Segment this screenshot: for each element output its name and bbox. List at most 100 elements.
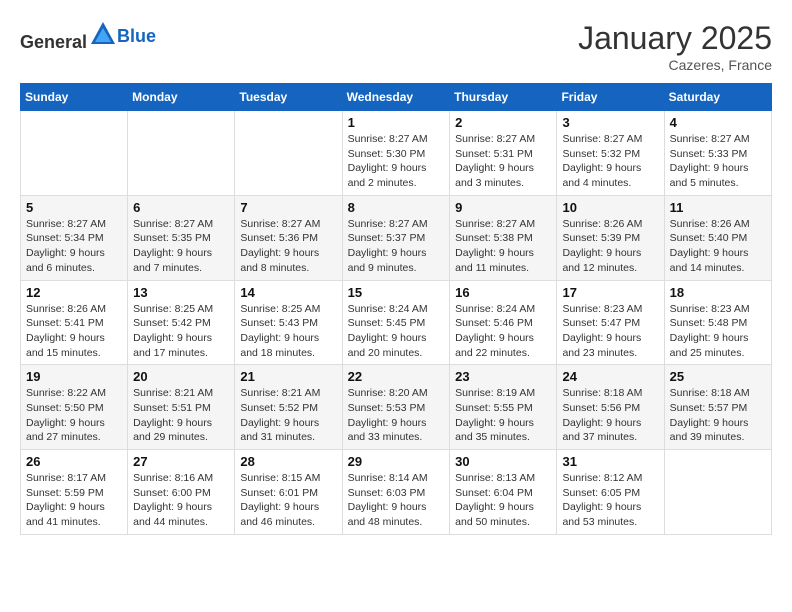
location-title: Cazeres, France [578, 57, 772, 73]
day-info: Sunrise: 8:26 AMSunset: 5:39 PMDaylight:… [562, 217, 658, 276]
weekday-header: Monday [128, 84, 235, 111]
day-info: Sunrise: 8:27 AMSunset: 5:32 PMDaylight:… [562, 132, 658, 191]
calendar-cell: 6Sunrise: 8:27 AMSunset: 5:35 PMDaylight… [128, 195, 235, 280]
calendar-cell: 30 Sunrise: 8:13 AMSunset: 6:04 PMDayligh… [450, 450, 557, 535]
calendar-cell [235, 111, 342, 196]
day-info: Sunrise: 8:27 AMSunset: 5:36 PMDaylight:… [240, 217, 336, 276]
calendar-cell [664, 450, 771, 535]
calendar-cell: 3 Sunrise: 8:27 AMSunset: 5:32 PMDaylight… [557, 111, 664, 196]
day-number: 4 [670, 115, 766, 130]
day-number: 20 [133, 369, 229, 384]
day-number: 19 [26, 369, 122, 384]
calendar-table: SundayMondayTuesdayWednesdayThursdayFrid… [20, 83, 772, 535]
day-number: 23 [455, 369, 551, 384]
calendar-cell: 8 Sunrise: 8:27 AMSunset: 5:37 PMDaylight… [342, 195, 450, 280]
day-number: 14 [240, 285, 336, 300]
weekday-header: Tuesday [235, 84, 342, 111]
calendar-cell: 19 Sunrise: 8:22 AMSunset: 5:50 PMDayligh… [21, 365, 128, 450]
calendar-week-row: 19 Sunrise: 8:22 AMSunset: 5:50 PMDayligh… [21, 365, 772, 450]
day-number: 24 [562, 369, 658, 384]
calendar-cell: 5 Sunrise: 8:27 AMSunset: 5:34 PMDaylight… [21, 195, 128, 280]
day-info: Sunrise: 8:23 AMSunset: 5:48 PMDaylight:… [670, 302, 766, 361]
calendar-week-row: 12Sunrise: 8:26 AMSunset: 5:41 PMDayligh… [21, 280, 772, 365]
day-info: Sunrise: 8:13 AMSunset: 6:04 PMDaylight:… [455, 471, 551, 530]
day-number: 17 [562, 285, 658, 300]
logo: General Blue [20, 20, 156, 53]
day-number: 6 [133, 200, 229, 215]
day-info: Sunrise: 8:27 AMSunset: 5:33 PMDaylight:… [670, 132, 766, 191]
day-info: Sunrise: 8:27 AMSunset: 5:31 PMDaylight:… [455, 132, 551, 191]
weekday-header: Wednesday [342, 84, 450, 111]
calendar-cell: 26 Sunrise: 8:17 AMSunset: 5:59 PMDayligh… [21, 450, 128, 535]
calendar-cell: 28 Sunrise: 8:15 AMSunset: 6:01 PMDayligh… [235, 450, 342, 535]
calendar-cell: 17Sunrise: 8:23 AMSunset: 5:47 PMDayligh… [557, 280, 664, 365]
title-block: January 2025 Cazeres, France [578, 20, 772, 73]
calendar-cell: 10 Sunrise: 8:26 AMSunset: 5:39 PMDayligh… [557, 195, 664, 280]
calendar-cell: 9 Sunrise: 8:27 AMSunset: 5:38 PMDaylight… [450, 195, 557, 280]
day-info: Sunrise: 8:24 AMSunset: 5:45 PMDaylight:… [348, 302, 445, 361]
day-info: Sunrise: 8:21 AMSunset: 5:52 PMDaylight:… [240, 386, 336, 445]
day-info: Sunrise: 8:24 AMSunset: 5:46 PMDaylight:… [455, 302, 551, 361]
day-info: Sunrise: 8:16 AMSunset: 6:00 PMDaylight:… [133, 471, 229, 530]
day-number: 8 [348, 200, 445, 215]
calendar-cell: 4 Sunrise: 8:27 AMSunset: 5:33 PMDaylight… [664, 111, 771, 196]
day-number: 30 [455, 454, 551, 469]
day-number: 2 [455, 115, 551, 130]
day-info: Sunrise: 8:15 AMSunset: 6:01 PMDaylight:… [240, 471, 336, 530]
calendar-cell: 11 Sunrise: 8:26 AMSunset: 5:40 PMDayligh… [664, 195, 771, 280]
day-number: 10 [562, 200, 658, 215]
day-info: Sunrise: 8:26 AMSunset: 5:40 PMDaylight:… [670, 217, 766, 276]
calendar-cell: 20Sunrise: 8:21 AMSunset: 5:51 PMDayligh… [128, 365, 235, 450]
page-header: General Blue January 2025 Cazeres, Franc… [20, 20, 772, 73]
calendar-cell: 12Sunrise: 8:26 AMSunset: 5:41 PMDayligh… [21, 280, 128, 365]
day-info: Sunrise: 8:27 AMSunset: 5:30 PMDaylight:… [348, 132, 445, 191]
day-info: Sunrise: 8:27 AMSunset: 5:34 PMDaylight:… [26, 217, 122, 276]
day-number: 21 [240, 369, 336, 384]
calendar-week-row: 1Sunrise: 8:27 AMSunset: 5:30 PMDaylight… [21, 111, 772, 196]
calendar-cell: 25 Sunrise: 8:18 AMSunset: 5:57 PMDayligh… [664, 365, 771, 450]
day-info: Sunrise: 8:20 AMSunset: 5:53 PMDaylight:… [348, 386, 445, 445]
weekday-header: Thursday [450, 84, 557, 111]
day-number: 3 [562, 115, 658, 130]
day-info: Sunrise: 8:27 AMSunset: 5:38 PMDaylight:… [455, 217, 551, 276]
day-number: 29 [348, 454, 445, 469]
day-number: 26 [26, 454, 122, 469]
day-number: 5 [26, 200, 122, 215]
day-info: Sunrise: 8:12 AMSunset: 6:05 PMDaylight:… [562, 471, 658, 530]
calendar-cell [21, 111, 128, 196]
day-info: Sunrise: 8:18 AMSunset: 5:56 PMDaylight:… [562, 386, 658, 445]
day-number: 9 [455, 200, 551, 215]
calendar-cell: 13 Sunrise: 8:25 AMSunset: 5:42 PMDayligh… [128, 280, 235, 365]
day-number: 25 [670, 369, 766, 384]
calendar-cell [128, 111, 235, 196]
day-number: 22 [348, 369, 445, 384]
day-number: 7 [240, 200, 336, 215]
calendar-cell: 2 Sunrise: 8:27 AMSunset: 5:31 PMDaylight… [450, 111, 557, 196]
day-number: 15 [348, 285, 445, 300]
day-number: 31 [562, 454, 658, 469]
calendar-cell: 22 Sunrise: 8:20 AMSunset: 5:53 PMDayligh… [342, 365, 450, 450]
day-info: Sunrise: 8:27 AMSunset: 5:37 PMDaylight:… [348, 217, 445, 276]
calendar-header-row: SundayMondayTuesdayWednesdayThursdayFrid… [21, 84, 772, 111]
weekday-header: Sunday [21, 84, 128, 111]
day-info: Sunrise: 8:25 AMSunset: 5:42 PMDaylight:… [133, 302, 229, 361]
day-number: 12 [26, 285, 122, 300]
day-number: 28 [240, 454, 336, 469]
day-number: 11 [670, 200, 766, 215]
day-info: Sunrise: 8:14 AMSunset: 6:03 PMDaylight:… [348, 471, 445, 530]
day-info: Sunrise: 8:17 AMSunset: 5:59 PMDaylight:… [26, 471, 122, 530]
calendar-cell: 14 Sunrise: 8:25 AMSunset: 5:43 PMDayligh… [235, 280, 342, 365]
day-info: Sunrise: 8:18 AMSunset: 5:57 PMDaylight:… [670, 386, 766, 445]
day-info: Sunrise: 8:22 AMSunset: 5:50 PMDaylight:… [26, 386, 122, 445]
calendar-cell: 27Sunrise: 8:16 AMSunset: 6:00 PMDayligh… [128, 450, 235, 535]
logo-text-general: General [20, 32, 87, 52]
day-info: Sunrise: 8:25 AMSunset: 5:43 PMDaylight:… [240, 302, 336, 361]
logo-icon [89, 20, 117, 48]
calendar-cell: 7 Sunrise: 8:27 AMSunset: 5:36 PMDaylight… [235, 195, 342, 280]
calendar-cell: 21 Sunrise: 8:21 AMSunset: 5:52 PMDayligh… [235, 365, 342, 450]
calendar-cell: 18Sunrise: 8:23 AMSunset: 5:48 PMDayligh… [664, 280, 771, 365]
calendar-week-row: 5 Sunrise: 8:27 AMSunset: 5:34 PMDaylight… [21, 195, 772, 280]
logo-text-blue: Blue [117, 26, 156, 46]
calendar-cell: 24 Sunrise: 8:18 AMSunset: 5:56 PMDayligh… [557, 365, 664, 450]
day-number: 13 [133, 285, 229, 300]
